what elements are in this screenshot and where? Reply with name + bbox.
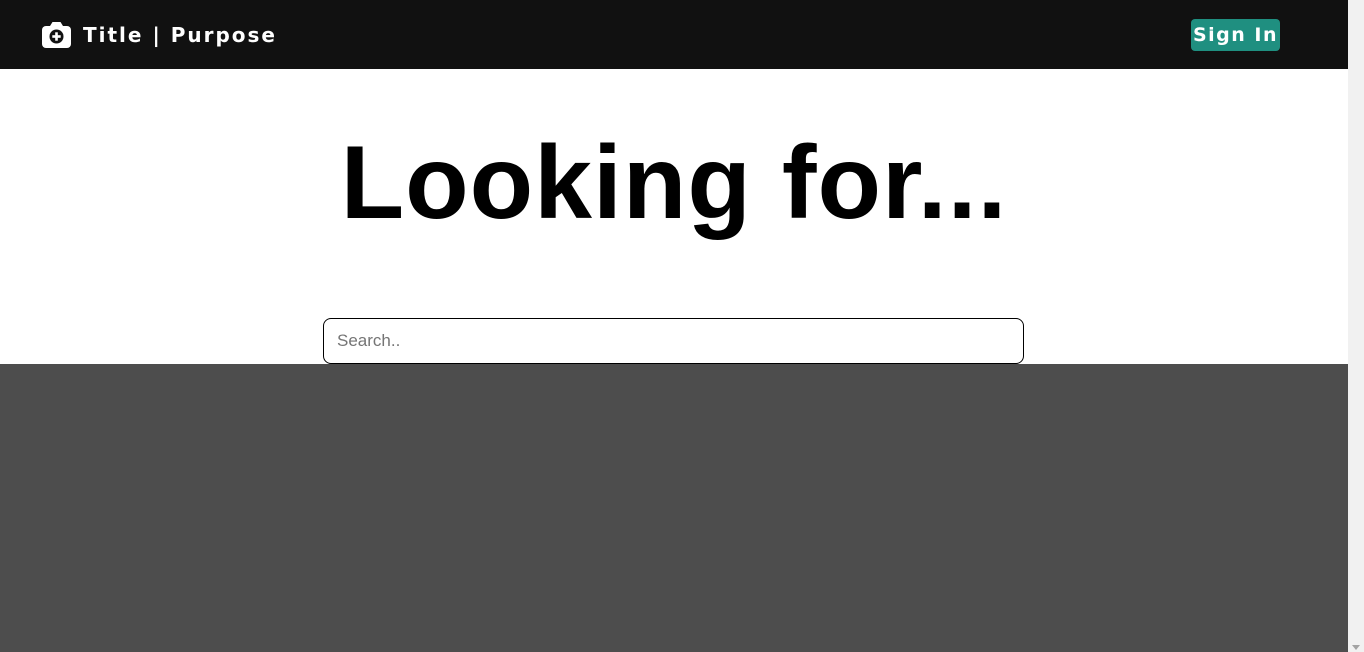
vertical-scrollbar[interactable] [1348, 0, 1364, 652]
scroll-down-arrow-icon[interactable] [1352, 645, 1360, 650]
page-title: Looking for... [340, 125, 1008, 241]
brand-title: Title | Purpose [83, 23, 277, 47]
search-input[interactable] [323, 318, 1024, 364]
navbar: Title | Purpose Sign In [0, 0, 1348, 69]
main-viewport: Title | Purpose Sign In Looking for... [0, 0, 1348, 652]
content-area [0, 364, 1348, 652]
brand-link[interactable]: Title | Purpose [41, 18, 277, 52]
hero-section: Looking for... [0, 69, 1348, 364]
page: Title | Purpose Sign In Looking for... [0, 0, 1364, 652]
sign-in-button[interactable]: Sign In [1191, 19, 1280, 51]
camera-plus-icon [41, 20, 72, 50]
